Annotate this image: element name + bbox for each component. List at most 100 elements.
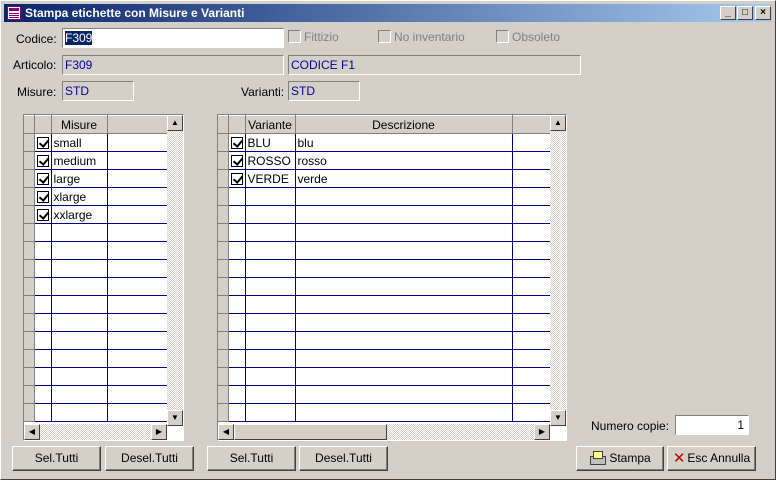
no-inventario-checkbox[interactable]: No inventario bbox=[378, 30, 465, 44]
varianti-vertical-scrollbar[interactable]: ▲ ▼ bbox=[550, 115, 566, 426]
descrizione-cell[interactable] bbox=[295, 313, 513, 332]
extra-cell[interactable] bbox=[107, 403, 168, 422]
row-checkbox-cell[interactable] bbox=[228, 241, 246, 260]
extra-cell[interactable] bbox=[107, 151, 168, 170]
varianti-horizontal-scrollbar[interactable]: ◀ ▶ bbox=[218, 424, 550, 440]
table-row[interactable] bbox=[218, 295, 553, 314]
extra-cell[interactable] bbox=[512, 205, 553, 224]
misura-cell[interactable] bbox=[51, 403, 108, 422]
table-row[interactable]: xlarge bbox=[24, 187, 168, 206]
misura-cell[interactable] bbox=[51, 385, 108, 404]
row-checkbox-cell[interactable] bbox=[228, 187, 246, 206]
descrizione-col-header[interactable]: Descrizione bbox=[295, 115, 513, 134]
extra-cell[interactable] bbox=[107, 259, 168, 278]
row-checkbox-cell[interactable] bbox=[228, 133, 246, 152]
row-checkbox-cell[interactable] bbox=[34, 385, 52, 404]
extra-cell[interactable] bbox=[107, 169, 168, 188]
extra-cell[interactable] bbox=[107, 241, 168, 260]
scroll-down-icon[interactable]: ▼ bbox=[550, 410, 566, 426]
row-checkbox-cell[interactable] bbox=[228, 223, 246, 242]
table-row[interactable]: medium bbox=[24, 151, 168, 170]
extra-cell[interactable] bbox=[107, 313, 168, 332]
extra-cell[interactable] bbox=[512, 241, 553, 260]
table-row[interactable] bbox=[24, 223, 168, 242]
row-checkbox-cell[interactable] bbox=[34, 241, 52, 260]
varianti-extra-col-header[interactable] bbox=[512, 115, 553, 134]
table-row[interactable] bbox=[24, 277, 168, 296]
table-row[interactable]: xxlarge bbox=[24, 205, 168, 224]
descrizione-cell[interactable]: verde bbox=[295, 169, 513, 188]
extra-cell[interactable] bbox=[512, 385, 553, 404]
row-checkbox-cell[interactable] bbox=[34, 331, 52, 350]
row-header[interactable] bbox=[218, 223, 229, 242]
row-checkbox-cell[interactable] bbox=[228, 259, 246, 278]
row-checkbox-cell[interactable] bbox=[34, 403, 52, 422]
table-row[interactable] bbox=[24, 367, 168, 386]
descrizione-cell[interactable] bbox=[295, 241, 513, 260]
misura-cell[interactable] bbox=[51, 223, 108, 242]
row-checkbox-cell[interactable] bbox=[228, 385, 246, 404]
extra-cell[interactable] bbox=[512, 367, 553, 386]
variante-col-header[interactable]: Variante bbox=[245, 115, 296, 134]
row-checkbox-cell[interactable] bbox=[34, 187, 52, 206]
scroll-thumb[interactable] bbox=[234, 424, 387, 440]
misura-cell[interactable]: xlarge bbox=[51, 187, 108, 206]
row-checkbox-cell[interactable] bbox=[34, 133, 52, 152]
table-row[interactable] bbox=[218, 403, 553, 422]
descrizione-cell[interactable] bbox=[295, 385, 513, 404]
misura-cell[interactable]: small bbox=[51, 133, 108, 152]
row-header[interactable] bbox=[24, 223, 35, 242]
row-header[interactable] bbox=[218, 331, 229, 350]
table-row[interactable] bbox=[218, 187, 553, 206]
misura-cell[interactable]: medium bbox=[51, 151, 108, 170]
row-header[interactable] bbox=[218, 385, 229, 404]
variante-cell[interactable] bbox=[245, 403, 296, 422]
row-checkbox-cell[interactable] bbox=[228, 367, 246, 386]
variante-cell[interactable] bbox=[245, 187, 296, 206]
table-row[interactable] bbox=[218, 277, 553, 296]
table-row[interactable] bbox=[218, 223, 553, 242]
misura-cell[interactable] bbox=[51, 295, 108, 314]
table-row[interactable] bbox=[218, 367, 553, 386]
row-header[interactable] bbox=[24, 151, 35, 170]
varianti-check-col-header[interactable] bbox=[228, 115, 246, 134]
close-button[interactable]: × bbox=[755, 6, 771, 20]
variante-cell[interactable] bbox=[245, 349, 296, 368]
table-row[interactable]: ROSSO rosso bbox=[218, 151, 553, 170]
extra-cell[interactable] bbox=[512, 223, 553, 242]
table-row[interactable] bbox=[218, 259, 553, 278]
scroll-up-icon[interactable]: ▲ bbox=[550, 115, 566, 131]
row-checkbox[interactable] bbox=[36, 173, 49, 186]
scroll-up-icon[interactable]: ▲ bbox=[167, 115, 183, 131]
descrizione-cell[interactable] bbox=[295, 331, 513, 350]
row-header[interactable] bbox=[24, 367, 35, 386]
extra-cell[interactable] bbox=[512, 187, 553, 206]
fittizio-checkbox[interactable]: Fittizio bbox=[288, 30, 339, 44]
extra-cell[interactable] bbox=[107, 205, 168, 224]
obsoleto-checkbox[interactable]: Obsoleto bbox=[496, 30, 560, 44]
varianti-deselect-all-button[interactable]: Desel.Tutti bbox=[299, 446, 388, 471]
extra-cell[interactable] bbox=[512, 295, 553, 314]
misura-cell[interactable] bbox=[51, 349, 108, 368]
misura-cell[interactable] bbox=[51, 313, 108, 332]
row-checkbox[interactable] bbox=[36, 209, 49, 222]
variante-cell[interactable] bbox=[245, 259, 296, 278]
extra-cell[interactable] bbox=[512, 151, 553, 170]
misure-deselect-all-button[interactable]: Desel.Tutti bbox=[105, 446, 194, 471]
varianti-select-all-button[interactable]: Sel.Tutti bbox=[207, 446, 296, 471]
misura-cell[interactable]: xxlarge bbox=[51, 205, 108, 224]
row-header[interactable] bbox=[218, 367, 229, 386]
variante-cell[interactable] bbox=[245, 277, 296, 296]
descrizione-cell[interactable] bbox=[295, 187, 513, 206]
stampa-button[interactable]: Stampa bbox=[576, 446, 664, 471]
misure-extra-col-header[interactable] bbox=[107, 115, 168, 134]
extra-cell[interactable] bbox=[107, 223, 168, 242]
variante-cell[interactable] bbox=[245, 205, 296, 224]
variante-cell[interactable]: VERDE bbox=[245, 169, 296, 188]
row-header[interactable] bbox=[24, 259, 35, 278]
row-checkbox[interactable] bbox=[36, 155, 49, 168]
descrizione-cell[interactable] bbox=[295, 367, 513, 386]
descrizione-cell[interactable]: rosso bbox=[295, 151, 513, 170]
descrizione-cell[interactable] bbox=[295, 277, 513, 296]
table-row[interactable] bbox=[24, 259, 168, 278]
